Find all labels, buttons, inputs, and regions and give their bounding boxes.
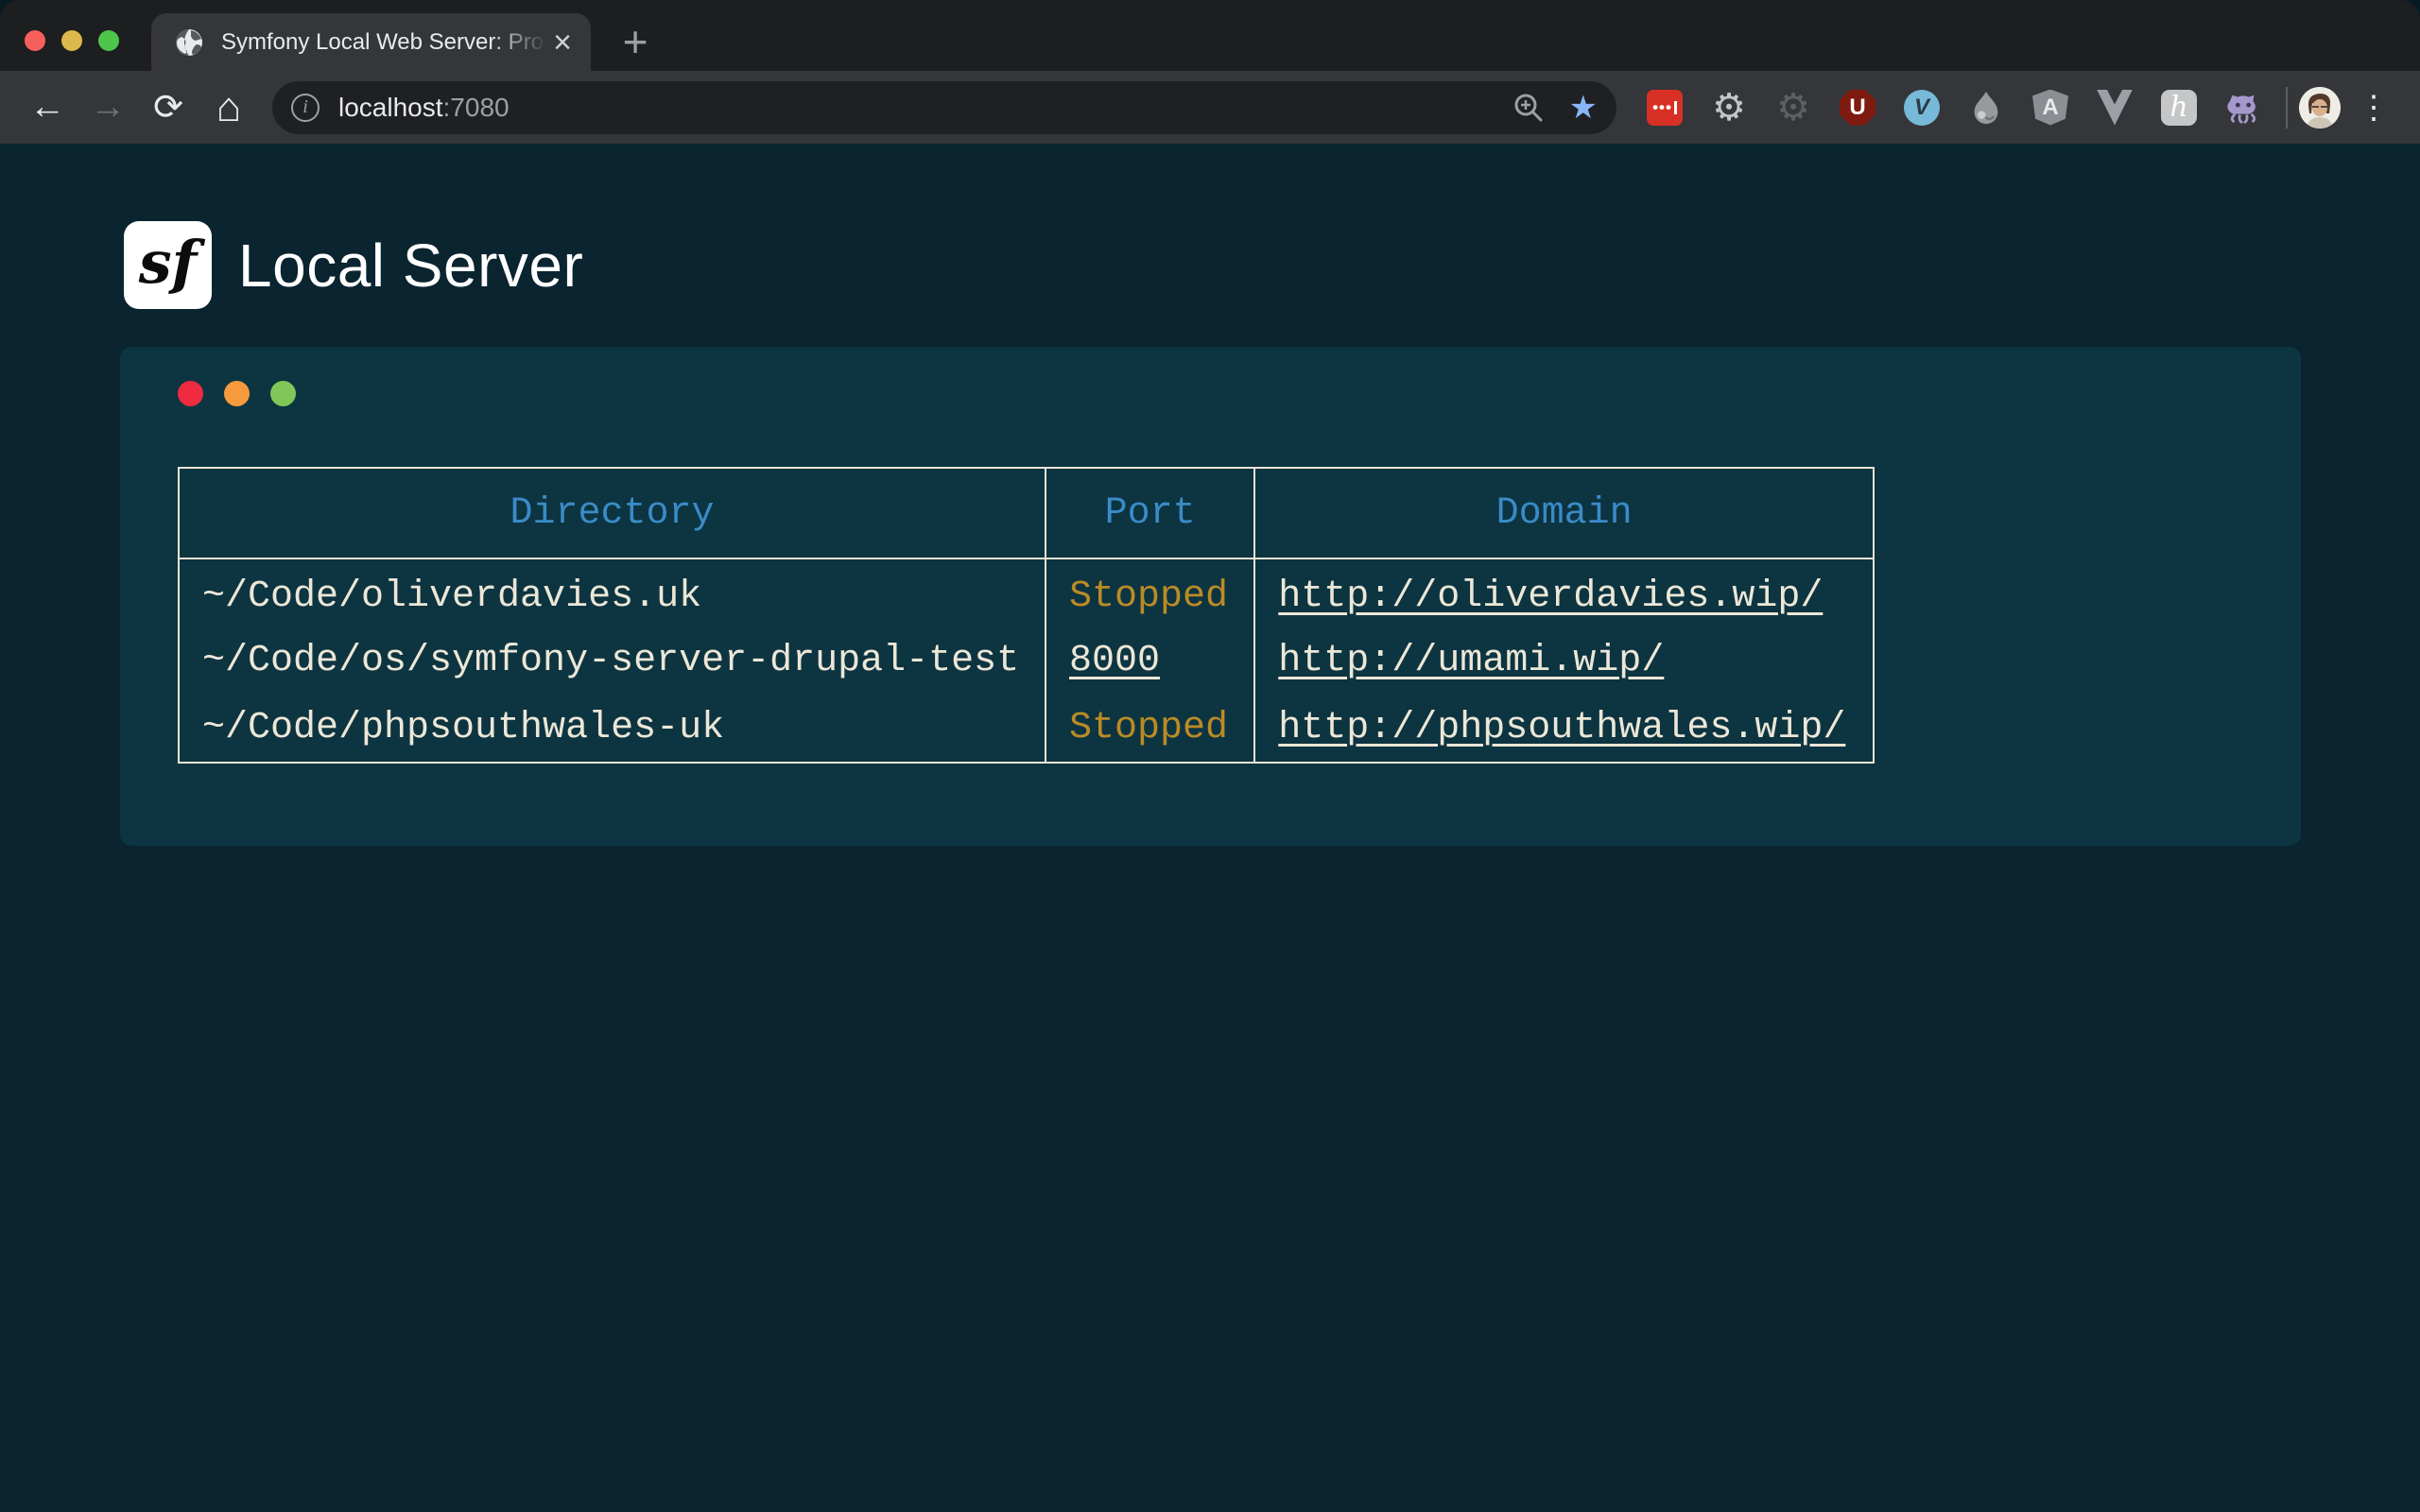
domain-link[interactable]: http://umami.wip/ bbox=[1278, 640, 1664, 682]
globe-icon bbox=[174, 27, 204, 58]
forward-icon: → bbox=[81, 81, 134, 134]
card-red-light bbox=[178, 381, 203, 406]
symfony-sf-glyph: sf bbox=[139, 228, 198, 297]
tab-strip: Symfony Local Web Server: Prox × + bbox=[0, 0, 2420, 71]
lastpass-extension-icon[interactable]: ••• bbox=[1647, 90, 1683, 126]
bookmark-star-icon[interactable]: ★ bbox=[1569, 92, 1598, 124]
url-text[interactable]: localhost:7080 bbox=[338, 93, 1512, 123]
header-directory: Directory bbox=[179, 468, 1046, 558]
symfony-logo: sf bbox=[124, 221, 212, 309]
port-cell: 8000 bbox=[1046, 627, 1254, 695]
address-bar[interactable]: i localhost:7080 ★ bbox=[272, 81, 1616, 134]
profile-avatar[interactable] bbox=[2299, 87, 2341, 129]
table-row: ~/Code/phpsouthwales-uk Stopped http://p… bbox=[179, 695, 1874, 763]
disabled-gear-extension-icon[interactable]: ⚙ bbox=[1775, 90, 1811, 126]
lastpass-dots: ••• bbox=[1652, 98, 1672, 117]
window-close-button[interactable] bbox=[25, 30, 45, 51]
port-cell: Stopped bbox=[1046, 558, 1254, 627]
header-port: Port bbox=[1046, 468, 1254, 558]
status-stopped: Stopped bbox=[1069, 576, 1228, 618]
table-header-row: Directory Port Domain bbox=[179, 468, 1874, 558]
reload-icon[interactable]: ⟳ bbox=[142, 81, 195, 134]
site-info-icon[interactable]: i bbox=[291, 94, 320, 122]
browser-menu-icon[interactable]: ⋮ bbox=[2348, 89, 2399, 127]
table-row: ~/Code/os/symfony-server-drupal-test 800… bbox=[179, 627, 1874, 695]
zoom-level-icon[interactable] bbox=[1512, 92, 1545, 124]
port-link[interactable]: 8000 bbox=[1069, 640, 1160, 682]
github-octocat-extension-icon[interactable] bbox=[2225, 90, 2261, 126]
honey-extension-icon[interactable]: h bbox=[2161, 90, 2197, 126]
toolbar-separator bbox=[2286, 87, 2288, 129]
page-title: Local Server bbox=[238, 231, 583, 301]
lastpass-cursor-bar bbox=[1674, 101, 1677, 114]
domain-cell: http://phpsouthwales.wip/ bbox=[1254, 695, 1874, 763]
header-domain: Domain bbox=[1254, 468, 1874, 558]
port-cell: Stopped bbox=[1046, 695, 1254, 763]
domain-link[interactable]: http://oliverdavies.wip/ bbox=[1278, 576, 1823, 618]
drupal-extension-icon[interactable] bbox=[1968, 90, 2004, 126]
domain-cell: http://oliverdavies.wip/ bbox=[1254, 558, 1874, 627]
table-row: ~/Code/oliverdavies.uk Stopped http://ol… bbox=[179, 558, 1874, 627]
url-host: localhost bbox=[338, 93, 443, 122]
directory-cell: ~/Code/phpsouthwales-uk bbox=[179, 695, 1046, 763]
browser-toolbar: ← → ⟳ ⌂ i localhost:7080 ★ ••• ⚙ ⚙ U V bbox=[0, 71, 2420, 144]
tab-symfony-local-web-server[interactable]: Symfony Local Web Server: Prox × bbox=[151, 13, 591, 71]
back-icon[interactable]: ← bbox=[21, 81, 74, 134]
new-tab-button[interactable]: + bbox=[613, 21, 658, 66]
browser-window: Symfony Local Web Server: Prox × + ← → ⟳… bbox=[0, 0, 2420, 1512]
extensions-row: ••• ⚙ ⚙ U V A h bbox=[1634, 90, 2274, 126]
terminal-card: Directory Port Domain ~/Code/oliverdavie… bbox=[120, 347, 2301, 846]
card-traffic-lights bbox=[178, 381, 2244, 406]
url-port: :7080 bbox=[443, 93, 510, 122]
home-icon[interactable]: ⌂ bbox=[202, 81, 255, 134]
vue-extension-icon[interactable] bbox=[2097, 90, 2133, 126]
window-minimize-button[interactable] bbox=[61, 30, 82, 51]
card-orange-light bbox=[224, 381, 250, 406]
ublock-extension-icon[interactable]: U bbox=[1840, 90, 1876, 126]
domain-link[interactable]: http://phpsouthwales.wip/ bbox=[1278, 707, 1845, 749]
page-content: sf Local Server Directory Port Domain bbox=[0, 144, 2420, 1512]
gear-extension-icon[interactable]: ⚙ bbox=[1711, 90, 1747, 126]
status-stopped: Stopped bbox=[1069, 707, 1228, 749]
tab-close-icon[interactable]: × bbox=[553, 26, 572, 59]
directory-cell: ~/Code/oliverdavies.uk bbox=[179, 558, 1046, 627]
vimium-extension-icon[interactable]: V bbox=[1904, 90, 1940, 126]
directory-cell: ~/Code/os/symfony-server-drupal-test bbox=[179, 627, 1046, 695]
angular-extension-icon[interactable]: A bbox=[2032, 90, 2068, 126]
card-green-light bbox=[270, 381, 296, 406]
brand-header: sf Local Server bbox=[124, 221, 2420, 309]
tab-title: Symfony Local Web Server: Prox bbox=[221, 29, 547, 56]
window-zoom-button[interactable] bbox=[98, 30, 119, 51]
window-traffic-lights bbox=[25, 30, 119, 51]
servers-table: Directory Port Domain ~/Code/oliverdavie… bbox=[178, 467, 1875, 764]
tab-title-fade bbox=[491, 29, 547, 56]
domain-cell: http://umami.wip/ bbox=[1254, 627, 1874, 695]
